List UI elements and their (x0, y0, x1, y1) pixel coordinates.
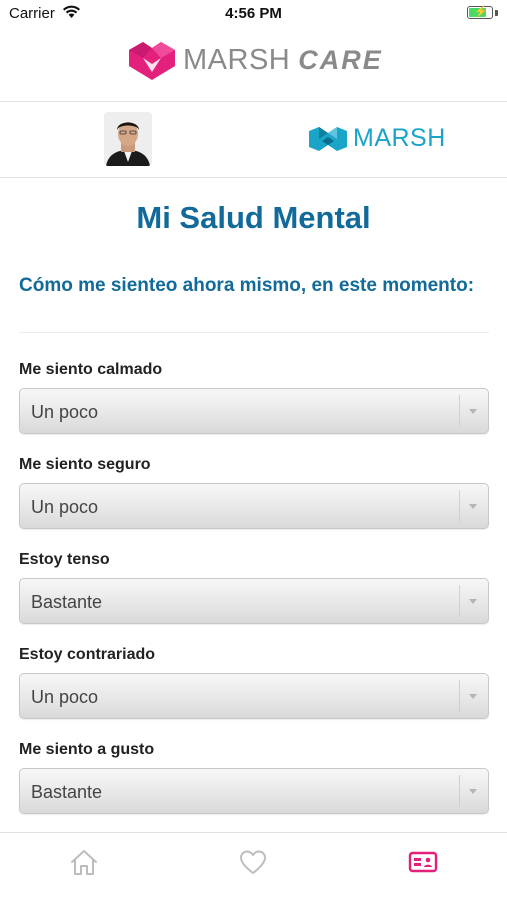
tab-home[interactable] (67, 847, 101, 877)
charging-bolt-icon: ⚡ (474, 6, 488, 18)
partner-logo: MARSH (309, 124, 446, 153)
field-label-a-gusto: Me siento a gusto (19, 741, 155, 758)
brand-primary-text: MARSH (183, 43, 291, 76)
select-calmado[interactable]: Un poco (19, 388, 489, 434)
marsh-logo-icon (309, 126, 347, 151)
battery-cap (495, 10, 498, 16)
select-value: Bastante (31, 782, 103, 802)
select-a-gusto[interactable]: Bastante (19, 768, 489, 814)
field-label-tenso: Estoy tenso (19, 551, 110, 568)
tab-bar (0, 832, 507, 900)
field-label-seguro: Me siento seguro (19, 456, 151, 473)
select-seguro[interactable]: Un poco (19, 483, 489, 529)
user-bar: MARSH (0, 102, 507, 178)
user-photo-icon (104, 112, 152, 166)
chevron-down-icon (469, 409, 477, 414)
brand-secondary-text: CARE (298, 44, 383, 75)
brand-logo: MARSH CARE (127, 40, 383, 80)
app-header: MARSH CARE (0, 28, 507, 102)
tab-profile[interactable] (406, 847, 440, 877)
chevron-down-icon (469, 599, 477, 604)
select-value: Un poco (31, 402, 99, 422)
field-label-contrariado: Estoy contrariado (19, 646, 156, 663)
chevron-down-icon (469, 504, 477, 509)
id-card-icon (408, 851, 438, 873)
select-tenso[interactable]: Bastante (19, 578, 489, 624)
chevron-down-icon (469, 694, 477, 699)
select-value: Un poco (31, 497, 99, 517)
chevron-down-icon (469, 789, 477, 794)
partner-logo-text: MARSH (353, 124, 446, 152)
select-value: Un poco (31, 687, 99, 707)
avatar[interactable] (104, 112, 152, 166)
divider (19, 332, 489, 333)
tab-health[interactable] (236, 847, 270, 877)
status-bar: Carrier 4:56 PM ⚡ (0, 0, 507, 28)
heart-icon (240, 850, 266, 874)
status-time: 4:56 PM (225, 5, 282, 22)
select-contrariado[interactable]: Un poco (19, 673, 489, 719)
select-value: Bastante (31, 592, 103, 612)
marsh-care-logo-icon (129, 42, 175, 80)
question-heading: Cómo me sienteo ahora mismo, en este mom… (19, 275, 475, 296)
field-label-calmado: Me siento calmado (19, 361, 163, 378)
home-icon (71, 850, 97, 875)
page-title: Mi Salud Mental (136, 200, 371, 235)
